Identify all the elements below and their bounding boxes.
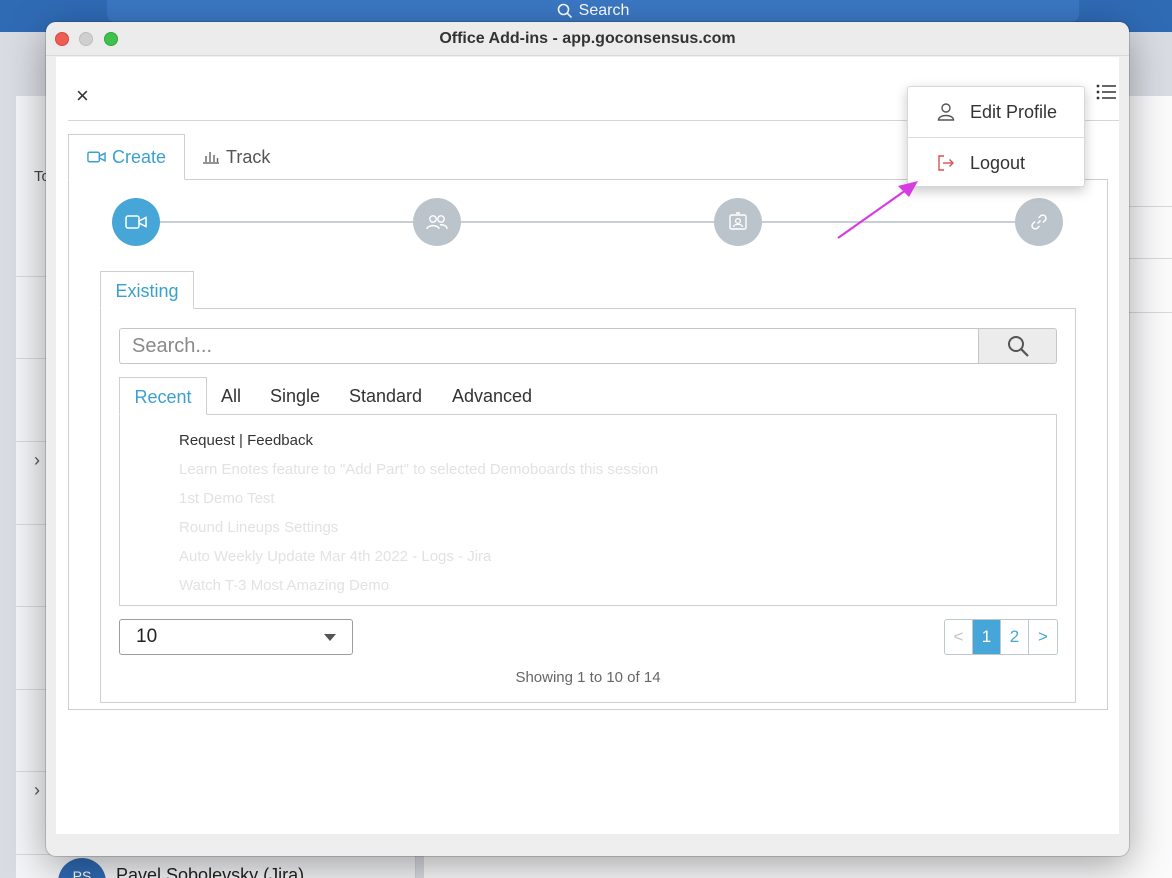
search-input[interactable] [119, 328, 979, 364]
video-camera-icon [87, 151, 106, 163]
page-size-select[interactable]: 10 [119, 619, 353, 655]
showing-count-text: Showing 1 to 10 of 14 [515, 669, 661, 686]
bar-chart-icon [203, 152, 219, 164]
tab-create-label: Create [111, 146, 166, 167]
list-item[interactable]: Request | Feedback [179, 432, 313, 449]
pagination-next-button[interactable]: > [1029, 620, 1057, 654]
list-item[interactable]: Round Lineups Settings [179, 519, 338, 536]
step-details[interactable] [714, 198, 762, 246]
subtab-all[interactable]: All [221, 377, 241, 415]
list-item[interactable]: Watch T-3 Most Amazing Demo [179, 577, 389, 594]
search-button[interactable] [978, 328, 1057, 364]
subtab-advanced[interactable]: Advanced [452, 377, 532, 415]
pagination-page-1[interactable]: 1 [973, 620, 1001, 654]
stepper-track [136, 221, 1038, 223]
caret-down-icon [324, 634, 336, 641]
profile-dropdown-menu: Edit Profile Logout [907, 86, 1085, 187]
contact-card-icon [729, 212, 747, 230]
search-icon [1007, 336, 1029, 357]
list-item[interactable]: Auto Weekly Update Mar 4th 2022 - Logs -… [179, 548, 491, 565]
link-icon [1031, 214, 1047, 230]
step-share-link[interactable] [1015, 198, 1063, 246]
pagination: < 1 2 > [944, 619, 1058, 655]
users-icon [426, 215, 448, 230]
tab-existing[interactable]: Existing [100, 271, 194, 309]
page-size-value: 10 [136, 626, 158, 647]
tab-create[interactable]: Create [68, 134, 185, 180]
list-item[interactable]: Learn Enotes feature to "Add Part" to se… [179, 461, 658, 478]
step-recipients[interactable] [413, 198, 461, 246]
pagination-prev-button[interactable]: < [945, 620, 973, 654]
menu-item-edit-profile-label: Edit Profile [970, 101, 1058, 122]
user-icon [937, 103, 955, 121]
pagination-page-2[interactable]: 2 [1001, 620, 1029, 654]
step-record[interactable] [112, 198, 160, 246]
menu-item-logout-label: Logout [970, 152, 1026, 173]
item-list: Request | Feedback Learn Enotes feature … [119, 414, 1057, 606]
subtab-standard[interactable]: Standard [349, 377, 422, 415]
list-item[interactable]: 1st Demo Test [179, 490, 275, 507]
tab-track-label: Track [226, 146, 271, 167]
video-camera-icon [125, 215, 147, 229]
subtab-recent[interactable]: Recent [119, 377, 207, 415]
logout-icon [938, 155, 954, 171]
menu-item-logout[interactable]: Logout [908, 138, 1084, 188]
subtab-single[interactable]: Single [270, 377, 320, 415]
menu-item-edit-profile[interactable]: Edit Profile [908, 87, 1084, 137]
tab-track[interactable]: Track [184, 134, 294, 180]
